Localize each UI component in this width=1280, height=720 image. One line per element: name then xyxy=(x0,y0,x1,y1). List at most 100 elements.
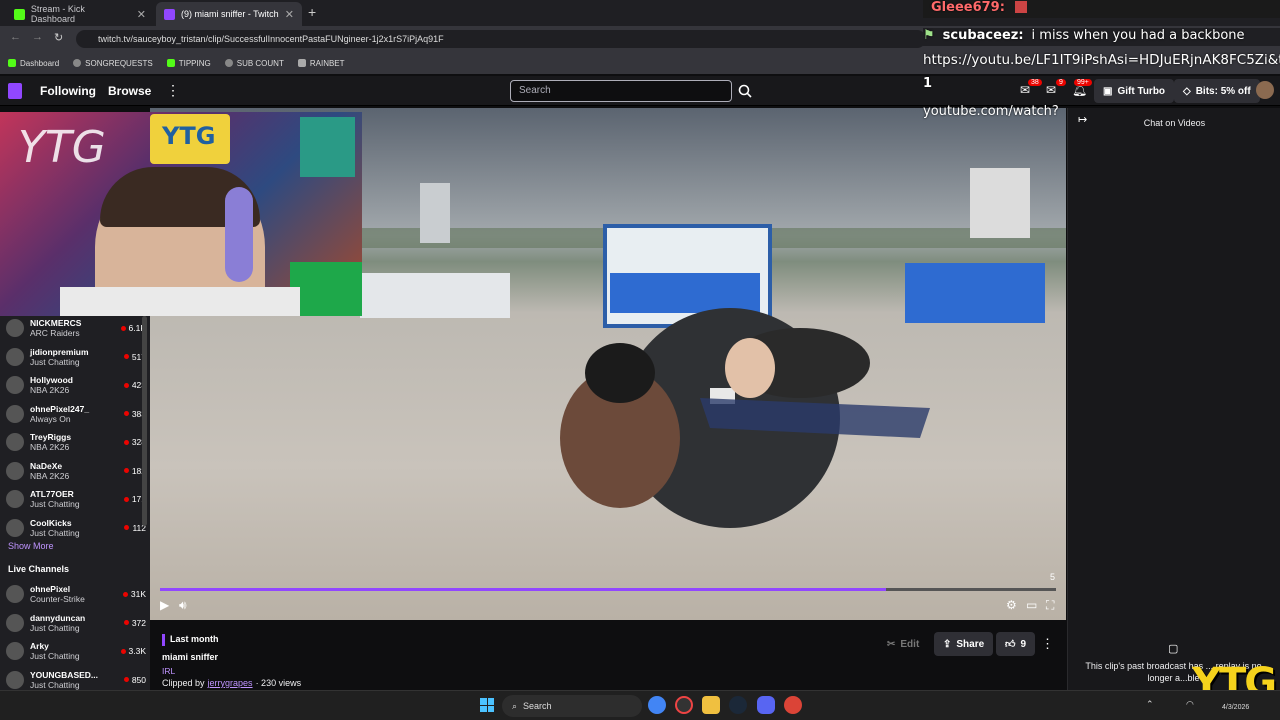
app-icon[interactable] xyxy=(675,696,693,714)
bookmark-icon xyxy=(297,59,306,67)
wifi-icon[interactable]: ◠ xyxy=(1186,699,1194,710)
button-label: Edit xyxy=(900,638,920,650)
chrome-profile-icon[interactable] xyxy=(784,696,802,714)
live-dot-icon xyxy=(123,382,129,388)
channel-name: Arky xyxy=(30,641,49,651)
channel-text: Arky Just Chatting xyxy=(30,641,115,661)
channel-text: NICKMERCS ARC Raiders xyxy=(30,318,115,338)
kick-icon xyxy=(8,59,16,67)
twitch-logo-icon[interactable] xyxy=(8,83,22,99)
sidebar-channel[interactable]: Arky Just Chatting 3.3K xyxy=(6,637,146,665)
sidebar-channel[interactable]: CoolKicks Just Chatting 112 xyxy=(6,514,146,542)
clip-byline: Clipped by jerrygrapes · 230 views xyxy=(162,678,301,688)
clip-category-link[interactable]: IRL xyxy=(162,666,175,676)
kick-icon xyxy=(166,59,175,67)
taskbar-search[interactable]: ⌕ Search xyxy=(502,695,642,717)
live-dot-icon xyxy=(123,411,129,416)
more-menu-icon[interactable]: ⋮ xyxy=(166,82,180,99)
chrome-icon[interactable] xyxy=(648,696,666,714)
bits-icon: ◇ xyxy=(1183,85,1191,97)
thumbs-up-icon: 👍︎ xyxy=(1005,639,1016,650)
chat-header: Chat on Videos xyxy=(1143,118,1206,128)
channel-game: ARC Raiders xyxy=(30,328,80,338)
sidebar-channel[interactable]: TreyRiggs NBA 2K26 328 xyxy=(6,428,146,456)
overlay-chat-link2: youtube.com/watch? xyxy=(923,104,1059,119)
channel-avatar xyxy=(6,347,24,366)
bookmark-sub-count[interactable]: SUB COUNT xyxy=(224,59,284,68)
search-icon: ⌕ xyxy=(512,700,518,711)
nav-browse[interactable]: Browse xyxy=(108,84,151,98)
button-label: Bits: 5% off xyxy=(1195,85,1251,97)
show-more-link[interactable]: Show More xyxy=(8,541,54,551)
bits-button[interactable]: ◇ Bits: 5% off xyxy=(1174,79,1260,103)
steam-icon[interactable] xyxy=(729,696,747,714)
channel-game: Just Chatting xyxy=(30,499,80,509)
kick-icon xyxy=(14,8,25,20)
sidebar-channel[interactable]: ATL77OER Just Chatting 171 xyxy=(6,485,146,513)
tab-kick-dashboard[interactable]: Stream - Kick Dashboard ✕ xyxy=(6,2,154,26)
new-tab-button[interactable]: + xyxy=(308,4,316,20)
avatar[interactable] xyxy=(1256,81,1274,99)
channel-text: ohnePixel247_ Always On xyxy=(30,404,118,424)
headset-icon xyxy=(225,187,253,282)
chat-empty-icon: ▢ xyxy=(1168,643,1179,655)
discord-icon[interactable] xyxy=(757,696,775,714)
bookmark-label: RAINBET xyxy=(309,58,345,68)
clipped-by-label: Clipped by xyxy=(162,678,205,688)
more-options-icon[interactable]: ⋮ xyxy=(1041,636,1054,652)
file-explorer-icon[interactable] xyxy=(702,696,720,714)
channel-text: YOUNGBASED... Just Chatting xyxy=(30,670,118,690)
nav-following[interactable]: Following xyxy=(40,84,96,98)
sidebar-channel[interactable]: ohnePixel247_ Always On 383 xyxy=(6,400,146,428)
sidebar-channel[interactable]: Hollywood NBA 2K26 423 xyxy=(6,371,146,399)
clip-date: Last month xyxy=(170,634,219,644)
forward-icon[interactable]: → xyxy=(32,31,43,43)
channel-avatar xyxy=(6,461,24,480)
tray-chevron-icon[interactable]: ⌃ xyxy=(1146,699,1154,710)
live-dot-icon xyxy=(123,354,129,359)
settings-icon[interactable]: ⚙ xyxy=(1006,598,1017,612)
gift-turbo-button[interactable]: ▣ Gift Turbo xyxy=(1094,79,1175,103)
like-button[interactable]: 👍︎ 9 xyxy=(996,632,1036,656)
fullscreen-icon[interactable]: ⛶ xyxy=(1046,598,1054,613)
tab-twitch-clip[interactable]: (9) miami sniffer - Twitch ✕ xyxy=(156,2,302,26)
channel-avatar xyxy=(6,319,24,337)
volume-icon[interactable]: 🔊︎ xyxy=(179,598,187,613)
chat-badge-icon: ⚑ xyxy=(923,28,935,43)
close-icon[interactable]: ✕ xyxy=(137,8,146,21)
reload-icon[interactable]: ↻ xyxy=(54,31,63,44)
channel-avatar xyxy=(6,490,24,508)
close-icon[interactable]: ✕ xyxy=(285,8,294,21)
windows-start-icon[interactable] xyxy=(480,698,494,712)
play-icon[interactable]: ▶ xyxy=(160,598,169,612)
theatre-mode-icon[interactable]: ▭ xyxy=(1026,598,1037,612)
search-button[interactable] xyxy=(734,80,756,102)
like-count: 9 xyxy=(1020,638,1027,650)
sidebar-scrollbar[interactable] xyxy=(142,316,147,526)
channel-name: dannyduncan xyxy=(30,612,86,623)
clipper-link[interactable]: jerrygrapes xyxy=(208,678,253,688)
chat-username: scubaceez: xyxy=(942,28,1024,43)
sidebar-channel[interactable]: NICKMERCS ARC Raiders 6.1K xyxy=(6,314,146,342)
sidebar-channel[interactable]: dannyduncan Just Chatting 372 xyxy=(6,609,146,637)
bookmark-songrequests[interactable]: SONGREQUESTS xyxy=(73,59,153,68)
view-count: · 230 views xyxy=(255,678,302,688)
overlay-chat-link-tail: 1 xyxy=(923,76,933,91)
bookmark-tipping[interactable]: TIPPING xyxy=(166,59,211,68)
bookmark-dashboard[interactable]: Dashboard xyxy=(8,59,59,68)
twitch-icon xyxy=(164,8,175,20)
sidebar-channel[interactable]: jidionpremium Just Chatting 517 xyxy=(6,343,146,371)
edit-button[interactable]: ✂ Edit xyxy=(878,632,928,656)
sidebar-channel[interactable]: NaDeXe NBA 2K26 182 xyxy=(6,457,146,485)
whispers-icon[interactable]: ✉ xyxy=(1046,83,1056,97)
url-field[interactable]: twitch.tv/sauceyboy_tristan/clip/Success… xyxy=(76,30,926,48)
bookmark-rainbet[interactable]: RAINBET xyxy=(297,58,345,68)
scissors-icon: ✂ xyxy=(887,638,896,650)
channel-name: YOUNGBASED... xyxy=(30,669,99,680)
channel-name: Hollywood xyxy=(30,375,73,385)
search-input[interactable]: Search xyxy=(510,80,732,102)
back-icon[interactable]: ← xyxy=(10,31,21,43)
share-button[interactable]: ⇪ Share xyxy=(934,632,994,656)
tab-title: Stream - Kick Dashboard xyxy=(30,4,85,24)
sidebar-channel[interactable]: ohnePixel Counter-Strike 31K xyxy=(6,580,146,608)
